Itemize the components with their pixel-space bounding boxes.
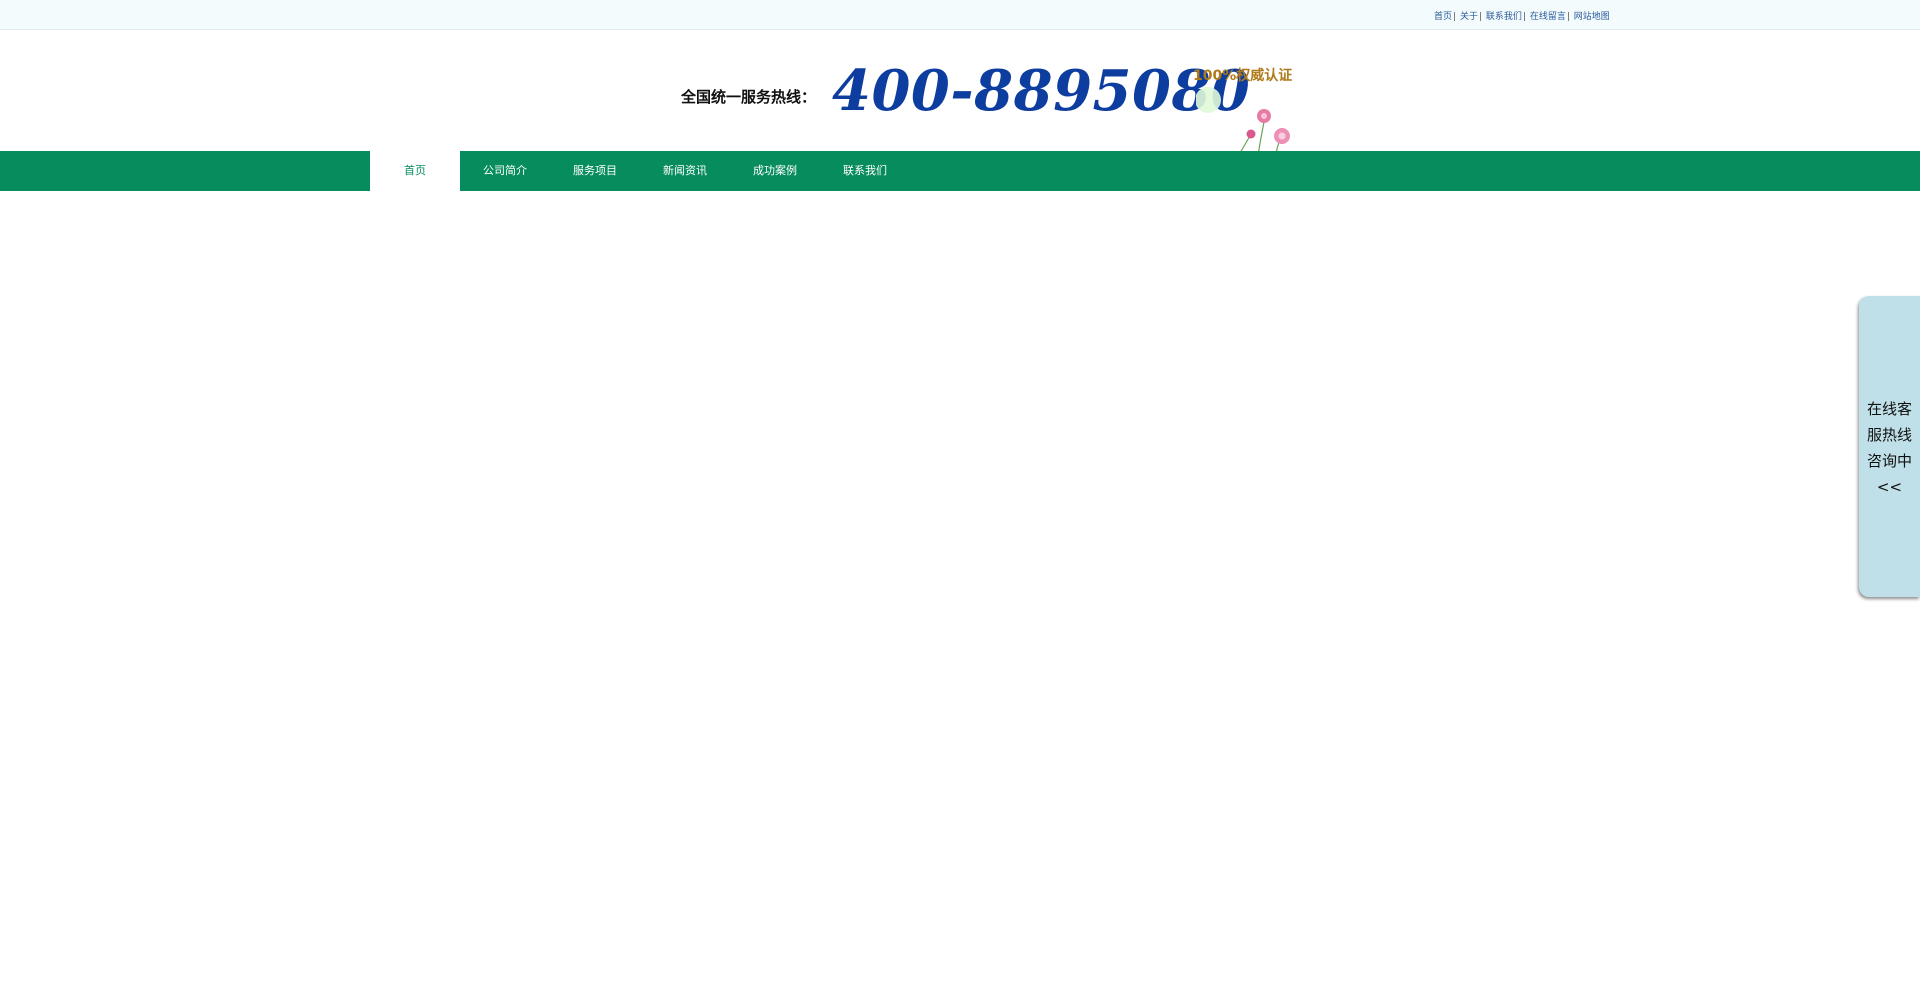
nav-item-cases[interactable]: 成功案例 [730, 151, 820, 191]
hotline-number: 400-8895080 [832, 58, 1251, 124]
top-link-sitemap[interactable]: 网站地图 [1574, 12, 1610, 22]
top-link-message[interactable]: 在线留言 [1530, 12, 1566, 22]
side-tab-line: 咨询中 [1866, 452, 1912, 470]
side-tab-text: 在线客 服热线 咨询中 << [1859, 396, 1920, 500]
top-bar: 首页| 关于| 联系我们| 在线留言| 网站地图 [0, 0, 1920, 30]
side-tab-line: 在线客 [1866, 400, 1912, 418]
main-nav-bar: 首页 公司简介 服务项目 新闻资讯 成功案例 联系我们 [0, 151, 1920, 191]
nav-item-news[interactable]: 新闻资讯 [640, 151, 730, 191]
top-link-home[interactable]: 首页 [1434, 12, 1452, 22]
top-link-about[interactable]: 关于 [1460, 12, 1478, 22]
nav-item-services[interactable]: 服务项目 [550, 151, 640, 191]
hotline-label: 全国统一服务热线： [681, 88, 817, 106]
main-nav: 首页 公司简介 服务项目 新闻资讯 成功案例 联系我们 [370, 151, 910, 191]
top-link-contact[interactable]: 联系我们 [1486, 12, 1522, 22]
floating-service-tab[interactable]: 在线客 服热线 咨询中 << [1859, 296, 1920, 597]
nav-item-home[interactable]: 首页 [370, 151, 460, 191]
nav-item-contact[interactable]: 联系我们 [820, 151, 910, 191]
side-tab-line: 服热线 [1866, 426, 1912, 444]
top-links: 首页| 关于| 联系我们| 在线留言| 网站地图 [1434, 12, 1610, 22]
nav-item-company[interactable]: 公司简介 [460, 151, 550, 191]
header: 全国统一服务热线： 400-8895080 100%权威认证 [0, 30, 1920, 173]
side-tab-expand-arrow: << [1876, 478, 1903, 496]
